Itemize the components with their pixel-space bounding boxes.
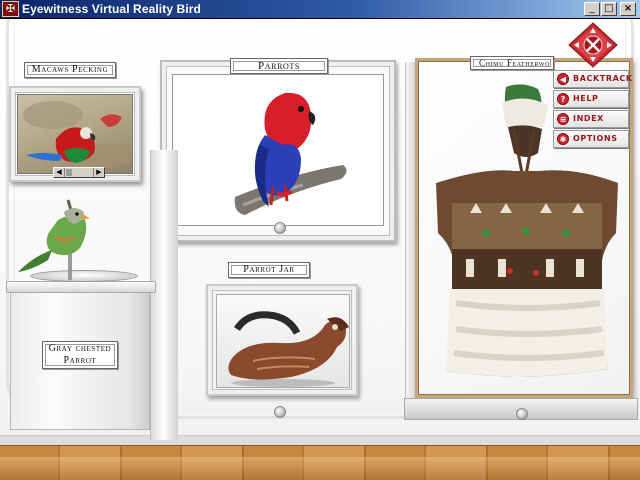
- backtrack-label: BACKTRACK: [573, 74, 633, 83]
- macaws-pecking-image[interactable]: [17, 94, 133, 174]
- wall-pillar: [150, 150, 178, 440]
- help-label: HELP: [573, 94, 599, 103]
- title-bar: ✠ Eyewitness Virtual Reality Bird _ □ ×: [0, 0, 640, 19]
- macaws-video-slider[interactable]: ◀ ▶: [53, 167, 105, 178]
- parrots-frame: [160, 60, 396, 242]
- window-title: Eyewitness Virtual Reality Bird: [22, 2, 201, 16]
- eclectus-parrot-illustration: [234, 92, 347, 215]
- macaws-pecking-label[interactable]: Macaws Pecking: [24, 62, 116, 78]
- options-icon: ✱: [557, 133, 569, 145]
- compass-icon[interactable]: [568, 22, 618, 68]
- back-arrow-icon: ◀: [557, 73, 569, 85]
- gray-chested-label-line2: Parrot: [63, 355, 97, 366]
- options-button[interactable]: ✱ OPTIONS: [553, 130, 629, 148]
- parrot-jar-knob[interactable]: [274, 406, 286, 418]
- index-button[interactable]: ≡ INDEX: [553, 110, 629, 128]
- gray-chested-label-line1: Gray chested: [48, 343, 112, 354]
- maximize-button[interactable]: □: [601, 2, 617, 16]
- options-label: OPTIONS: [573, 134, 618, 143]
- slider-left-icon[interactable]: ◀: [54, 168, 65, 177]
- close-button[interactable]: ×: [620, 2, 636, 16]
- help-icon: ?: [557, 93, 569, 105]
- gray-chested-parrot-model[interactable]: [8, 190, 118, 280]
- slider-right-icon[interactable]: ▶: [93, 168, 104, 177]
- app-icon[interactable]: ✠: [2, 1, 19, 17]
- showcase-knob[interactable]: [516, 408, 528, 420]
- parrot-jar-label[interactable]: Parrot Jar: [228, 262, 310, 278]
- parrots-label[interactable]: Parrots: [230, 58, 328, 74]
- chimu-featherwork-label[interactable]: Chimu Featherwo: [470, 56, 554, 70]
- pedestal-top: [6, 281, 156, 293]
- slider-thumb[interactable]: [66, 169, 72, 176]
- index-label: INDEX: [573, 114, 604, 123]
- floor-sheen: [0, 457, 640, 480]
- index-icon: ≡: [557, 113, 569, 125]
- help-button[interactable]: ? HELP: [553, 90, 629, 108]
- parrot-jar-image[interactable]: [216, 294, 350, 388]
- parrot-jar-frame: [206, 284, 358, 396]
- chimu-showcase: [415, 58, 633, 398]
- backtrack-button[interactable]: ◀ BACKTRACK: [553, 70, 632, 88]
- gray-chested-parrot-label[interactable]: Gray chested Parrot: [42, 341, 118, 369]
- parrots-image[interactable]: [172, 74, 384, 226]
- chimu-featherwork-tunic[interactable]: [426, 83, 626, 383]
- parrot-jar-illustration: [228, 311, 349, 387]
- minimize-button[interactable]: _: [584, 2, 600, 16]
- parrots-knob[interactable]: [274, 222, 286, 234]
- baseboard: [0, 435, 640, 445]
- macaw-illustration: [23, 101, 132, 167]
